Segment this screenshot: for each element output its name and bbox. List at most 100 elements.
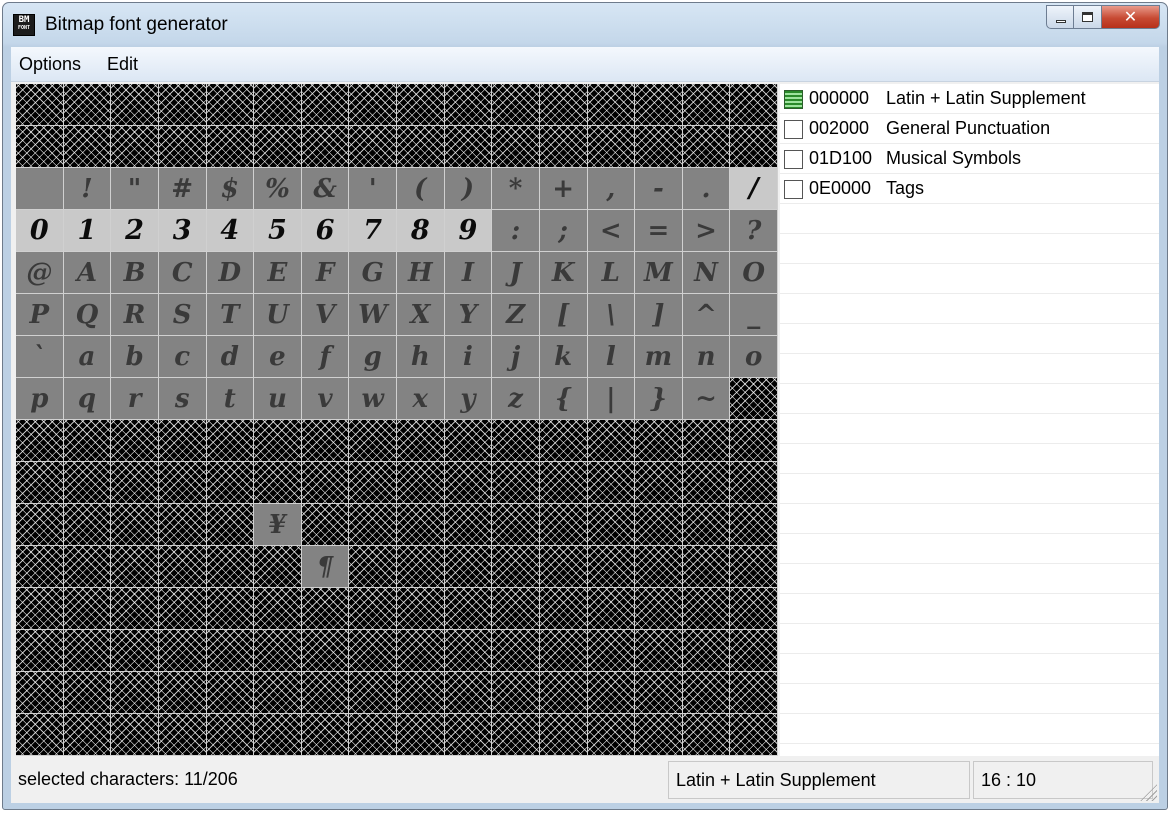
char-cell[interactable]: 7 <box>349 210 397 252</box>
menu-edit[interactable]: Edit <box>107 54 138 75</box>
char-cell[interactable] <box>635 630 683 672</box>
char-cell[interactable] <box>397 462 445 504</box>
char-cell[interactable] <box>349 546 397 588</box>
char-cell[interactable]: 9 <box>444 210 493 252</box>
char-cell[interactable]: h <box>397 336 445 378</box>
char-cell[interactable]: U <box>254 294 302 336</box>
char-cell[interactable] <box>111 714 159 756</box>
char-cell[interactable] <box>635 672 683 714</box>
char-cell[interactable] <box>16 504 64 546</box>
char-cell[interactable] <box>16 672 64 714</box>
subset-checkbox[interactable] <box>784 90 803 109</box>
char-cell[interactable] <box>682 84 731 126</box>
subset-checkbox[interactable] <box>784 150 803 169</box>
char-cell[interactable] <box>111 588 159 630</box>
char-cell[interactable]: N <box>682 252 731 294</box>
char-cell[interactable]: C <box>158 252 207 294</box>
char-cell[interactable]: = <box>635 210 683 252</box>
subset-checkbox[interactable] <box>784 180 803 199</box>
char-cell[interactable] <box>349 714 397 756</box>
char-cell[interactable]: s <box>158 378 207 420</box>
char-cell[interactable]: ` <box>16 336 64 378</box>
char-cell[interactable] <box>158 588 207 630</box>
char-cell[interactable] <box>587 84 636 126</box>
subset-row[interactable]: 000000 Latin + Latin Supplement <box>780 84 1159 114</box>
char-cell[interactable] <box>397 630 445 672</box>
char-cell[interactable] <box>444 588 493 630</box>
char-cell[interactable] <box>635 462 683 504</box>
char-cell[interactable]: % <box>254 168 302 210</box>
char-cell[interactable] <box>682 672 731 714</box>
char-cell[interactable] <box>16 168 64 210</box>
char-cell[interactable]: . <box>682 168 731 210</box>
char-cell[interactable] <box>492 672 540 714</box>
char-cell[interactable]: ~ <box>682 378 731 420</box>
char-cell[interactable] <box>111 462 159 504</box>
char-cell[interactable] <box>301 714 350 756</box>
char-cell[interactable] <box>254 462 302 504</box>
char-cell[interactable] <box>158 504 207 546</box>
char-cell[interactable]: a <box>63 336 112 378</box>
char-cell[interactable] <box>63 672 112 714</box>
char-cell[interactable] <box>682 462 731 504</box>
char-cell[interactable] <box>397 588 445 630</box>
char-cell[interactable]: [ <box>539 294 588 336</box>
char-cell[interactable]: 1 <box>63 210 112 252</box>
subset-row[interactable]: 002000 General Punctuation <box>780 114 1159 144</box>
char-cell[interactable]: | <box>587 378 636 420</box>
char-cell[interactable]: @ <box>16 252 64 294</box>
char-cell[interactable] <box>444 546 493 588</box>
char-cell[interactable] <box>206 672 255 714</box>
char-cell[interactable]: ; <box>539 210 588 252</box>
char-cell[interactable] <box>730 462 778 504</box>
char-cell[interactable]: l <box>587 336 636 378</box>
char-cell[interactable] <box>635 546 683 588</box>
char-cell[interactable] <box>254 630 302 672</box>
char-cell[interactable] <box>397 84 445 126</box>
char-cell[interactable] <box>16 84 64 126</box>
subset-row[interactable]: 01D100 Musical Symbols <box>780 144 1159 174</box>
title-bar[interactable]: BM FONT Bitmap font generator ✕ <box>3 3 1167 47</box>
char-cell[interactable]: X <box>397 294 445 336</box>
char-cell[interactable]: 6 <box>301 210 350 252</box>
char-cell[interactable] <box>206 126 255 168</box>
char-cell[interactable] <box>587 462 636 504</box>
char-cell[interactable]: c <box>158 336 207 378</box>
char-cell[interactable] <box>444 504 493 546</box>
char-cell[interactable]: d <box>206 336 255 378</box>
char-cell[interactable] <box>492 714 540 756</box>
char-cell[interactable] <box>682 126 731 168</box>
char-cell[interactable] <box>682 504 731 546</box>
char-cell[interactable] <box>16 546 64 588</box>
char-cell[interactable]: A <box>63 252 112 294</box>
char-cell[interactable]: , <box>587 168 636 210</box>
char-cell[interactable]: G <box>349 252 397 294</box>
char-cell[interactable]: E <box>254 252 302 294</box>
char-cell[interactable] <box>635 420 683 462</box>
char-cell[interactable]: x <box>397 378 445 420</box>
char-cell[interactable] <box>63 84 112 126</box>
character-grid[interactable]: ! " # $% & ' () * +, -. / 0 1 2 3 4 5 6 7 8 9:; < = >? @ A B C D E F G H… <box>16 84 778 756</box>
char-cell[interactable] <box>397 546 445 588</box>
char-cell[interactable]: $ <box>206 168 255 210</box>
char-cell[interactable] <box>730 546 778 588</box>
char-cell[interactable] <box>158 420 207 462</box>
char-cell[interactable] <box>349 630 397 672</box>
char-cell[interactable] <box>349 588 397 630</box>
char-cell[interactable]: g <box>349 336 397 378</box>
char-cell[interactable] <box>539 462 588 504</box>
char-cell[interactable]: \ <box>587 294 636 336</box>
char-cell[interactable]: ¥ <box>254 504 302 546</box>
char-cell[interactable] <box>492 504 540 546</box>
char-cell[interactable] <box>63 588 112 630</box>
char-cell[interactable]: " <box>111 168 159 210</box>
char-cell[interactable] <box>444 714 493 756</box>
char-cell[interactable]: J <box>492 252 540 294</box>
char-cell[interactable]: ' <box>349 168 397 210</box>
char-cell[interactable]: > <box>682 210 731 252</box>
char-cell[interactable] <box>587 588 636 630</box>
char-cell[interactable] <box>682 630 731 672</box>
char-cell[interactable]: M <box>635 252 683 294</box>
subset-checkbox[interactable] <box>784 120 803 139</box>
char-cell[interactable] <box>158 714 207 756</box>
